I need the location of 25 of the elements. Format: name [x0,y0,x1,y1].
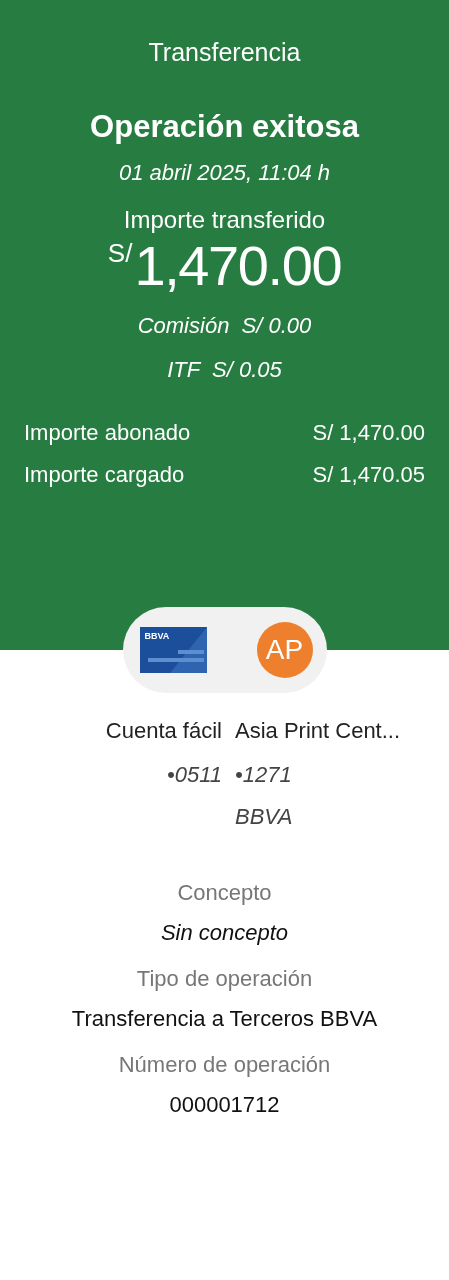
currency-symbol: S/ [107,240,133,266]
detail-label: Tipo de operación [136,965,313,993]
summary-label: Importe cargado [24,461,185,489]
amount-value: 1,470.00 [134,238,342,294]
summary-value: S/ 1,470.05 [312,461,425,489]
summary-label: Importe abonado [24,419,191,447]
account-name: Asia Print Cent... [235,717,401,745]
account-number: •1271 [235,761,292,789]
detail-value: 000001712 [169,1091,280,1119]
detail-value: Sin concepto [160,919,289,947]
bank-name: BBVA [235,803,293,831]
detail-label: Concepto [177,879,272,907]
card-logo: BBVA [144,630,170,643]
page-title: Transferencia [148,37,301,68]
avatar: AP [256,622,313,678]
account-name: Cuenta fácil [105,717,222,745]
fee-text: Comisión S/ 0.00 [137,312,312,340]
status-title: Operación exitosa [90,108,359,146]
amount-label: Importe transferido [123,205,326,235]
date-time: 01 abril 2025, 11:04 h [118,159,331,187]
account-number: •0511 [167,761,222,789]
summary-value: S/ 1,470.00 [312,419,425,447]
detail-value: Transferencia a Terceros BBVA [71,1005,378,1033]
detail-label: Número de operación [118,1051,331,1079]
fee-text: ITF S/ 0.05 [167,356,282,384]
